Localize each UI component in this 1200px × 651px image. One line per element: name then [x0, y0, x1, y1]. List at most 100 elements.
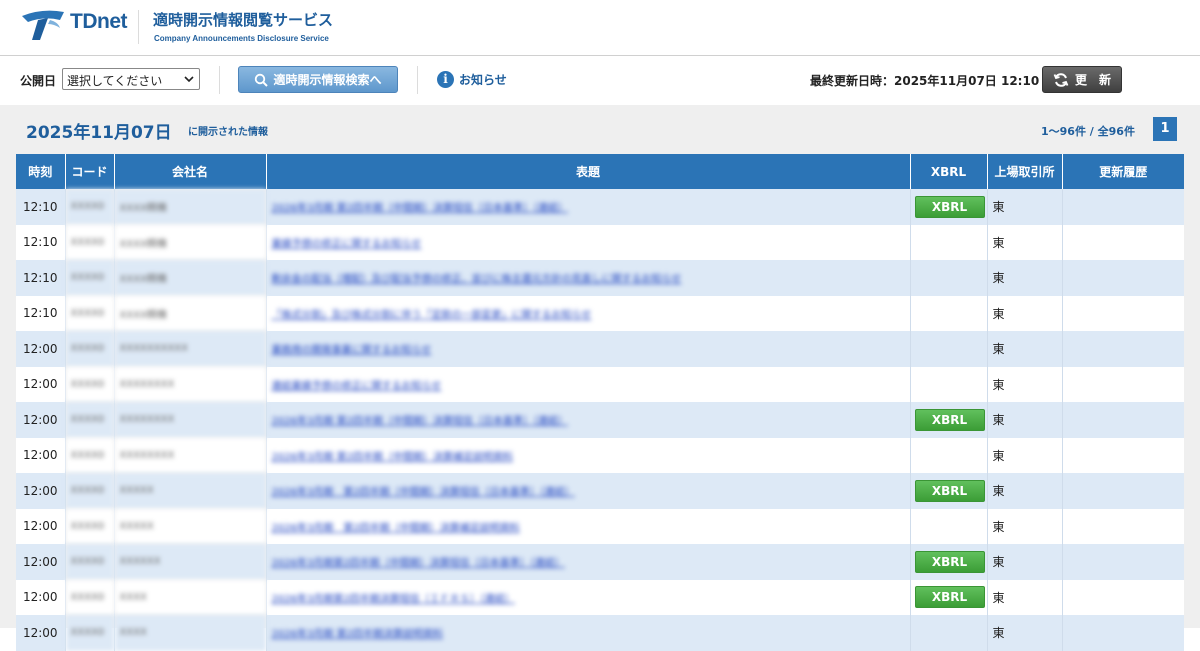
cell-history: [1062, 508, 1184, 544]
disclosure-title-link[interactable]: 2026年3月期 第2四半期（中間期）決算短信〔日本基準〕（連結）: [272, 487, 575, 498]
cell-xbrl: XBRL: [910, 579, 988, 615]
cell-title: 2026年3月期 第2四半期（中間期）決算補足説明資料: [266, 508, 911, 544]
disclosure-title-link[interactable]: 剰余金の配当（増配）及び配当予想の修正、並びに株主還元方針の見直しに関するお知ら…: [272, 274, 682, 285]
publication-date-select[interactable]: 選択してください: [62, 68, 200, 90]
xbrl-button[interactable]: XBRL: [914, 479, 985, 502]
table-row: 12:00 XXXX0 XXXX 2026年3月期 第2四半期決算説明資料 東: [16, 615, 1184, 651]
header-divider: [138, 10, 139, 44]
cell-code: XXXX0: [65, 508, 115, 544]
cell-exchange: 東: [987, 579, 1063, 615]
cell-exchange: 東: [987, 260, 1063, 296]
search-button-label: 適時開示情報検索へ: [273, 73, 382, 87]
cell-history: [1062, 579, 1184, 615]
cell-code: XXXX0: [65, 295, 115, 331]
site-header: TDnet 適時開示情報閲覧サービス Company Announcements…: [0, 0, 1200, 56]
cell-time: 12:00: [16, 615, 66, 651]
page-button-1[interactable]: 1: [1153, 117, 1177, 141]
notice-label: お知らせ: [459, 73, 507, 87]
cell-history: [1062, 473, 1184, 509]
cell-exchange: 東: [987, 224, 1063, 260]
disclosure-title-link[interactable]: 業務用の開発事業に関するお知らせ: [272, 345, 432, 356]
xbrl-button[interactable]: XBRL: [914, 195, 985, 218]
cell-exchange: 東: [987, 473, 1063, 509]
table-row: 12:00 XXXX0 XXXXXXXX 2026年3月期 第2四半期（中間期）決算短…: [16, 402, 1184, 438]
tdnet-logo-icon[interactable]: [20, 8, 66, 42]
cell-history: [1062, 615, 1184, 651]
disclosure-title-link[interactable]: 業績予想の修正に関するお知らせ: [272, 239, 422, 250]
cell-exchange: 東: [987, 402, 1063, 438]
cell-company: XXXXXXXX: [114, 402, 267, 438]
cell-time: 12:10: [16, 224, 66, 260]
cell-exchange: 東: [987, 366, 1063, 402]
cell-title: 2026年3月期 第2四半期決算説明資料: [266, 615, 911, 651]
xbrl-button[interactable]: XBRL: [914, 408, 985, 431]
cell-company: XXXX: [114, 579, 267, 615]
cell-time: 12:10: [16, 189, 66, 225]
cell-company: XXXX精機: [114, 224, 267, 260]
cell-time: 12:00: [16, 437, 66, 473]
disclosure-title-link[interactable]: 2026年3月期 第2四半期（中間期）決算短信〔日本基準〕（連結）: [272, 203, 568, 214]
table-row: 12:10 XXXX0 XXXX精機 「株式分割」及び株式分割に伴う「定款の一部変更」…: [16, 295, 1184, 331]
publication-date-label: 公開日: [20, 74, 57, 88]
cell-code: XXXX0: [65, 579, 115, 615]
disclosure-title-link[interactable]: 2026年3月期第2四半期決算短信〔ＩＦＲＳ〕（連結）: [272, 594, 515, 605]
cell-code: XXXX0: [65, 473, 115, 509]
cell-time: 12:00: [16, 473, 66, 509]
result-count: 1～96件 / 全96件: [1041, 125, 1135, 138]
refresh-button[interactable]: 更 新: [1042, 66, 1122, 93]
cell-title: 2026年3月期 第2四半期（中間期）決算短信〔日本基準〕（連結）: [266, 402, 911, 438]
disclosure-title-link[interactable]: 2026年3月期 第2四半期決算説明資料: [272, 629, 443, 640]
table-row: 12:00 XXXX0 XXXXXXXX 連結業績予想の修正に関するお知らせ 東: [16, 366, 1184, 402]
cell-time: 12:10: [16, 260, 66, 296]
notice-link[interactable]: i お知らせ: [437, 71, 507, 88]
logo-text[interactable]: TDnet: [70, 10, 128, 34]
refresh-label: 更 新: [1074, 73, 1111, 87]
disclosure-title-link[interactable]: 2026年3月期 第2四半期（中間期）決算補足説明資料: [272, 523, 520, 534]
cell-title: 2026年3月期第2四半期決算短信〔ＩＦＲＳ〕（連結）: [266, 579, 911, 615]
cell-time: 12:00: [16, 579, 66, 615]
cell-exchange: 東: [987, 508, 1063, 544]
cell-history: [1062, 331, 1184, 367]
cell-code: XXXX0: [65, 224, 115, 260]
refresh-icon: [1053, 72, 1069, 87]
cell-title: 2026年3月期 第2四半期（中間期）決算短信〔日本基準〕（連結）: [266, 189, 911, 225]
cell-history: [1062, 260, 1184, 296]
cell-title: 2026年3月期 第2四半期（中間期）決算短信〔日本基準〕（連結）: [266, 473, 911, 509]
cell-history: [1062, 189, 1184, 225]
cell-xbrl: XBRL: [910, 402, 988, 438]
cell-history: [1062, 437, 1184, 473]
disclosure-title-link[interactable]: 2026年3月期 第2四半期（中間期）決算補足説明資料: [272, 452, 513, 463]
cell-history: [1062, 295, 1184, 331]
table-row: 12:10 XXXX0 XXXX精機 業績予想の修正に関するお知らせ 東: [16, 224, 1184, 260]
cell-history: [1062, 544, 1184, 580]
cell-title: 2026年3月期第2四半期（中間期）決算短信〔日本基準〕（連結）: [266, 544, 911, 580]
disclosure-title-link[interactable]: 連結業績予想の修正に関するお知らせ: [272, 381, 442, 392]
cell-time: 12:00: [16, 331, 66, 367]
table-header-row: 時刻 コード 会社名 表題 XBRL 上場取引所 更新履歴: [16, 154, 1184, 189]
cell-title: 業務用の開発事業に関するお知らせ: [266, 331, 911, 367]
cell-code: XXXX0: [65, 437, 115, 473]
main-content: 2025年11月07日 に開示された情報 1～96件 / 全96件 1 時刻 コ…: [0, 105, 1200, 651]
table-row: 12:00 XXXX0 XXXXXXXXXX 業務用の開発事業に関するお知らせ 東: [16, 331, 1184, 367]
cell-code: XXXX0: [65, 260, 115, 296]
cell-company: XXXX精機: [114, 260, 267, 296]
cell-time: 12:00: [16, 366, 66, 402]
date-suffix: に開示された情報: [188, 127, 268, 138]
cell-time: 12:00: [16, 402, 66, 438]
disclosure-title-link[interactable]: 2026年3月期 第2四半期（中間期）決算短信〔日本基準〕（連結）: [272, 416, 568, 427]
cell-exchange: 東: [987, 615, 1063, 651]
cell-history: [1062, 224, 1184, 260]
disclosure-title-link[interactable]: 2026年3月期第2四半期（中間期）決算短信〔日本基準〕（連結）: [272, 558, 565, 569]
disclosure-title-link[interactable]: 「株式分割」及び株式分割に伴う「定款の一部変更」に関するお知らせ: [272, 310, 592, 321]
table-row: 12:00 XXXX0 XXXXX 2026年3月期 第2四半期（中間期）決算短信〔日…: [16, 473, 1184, 509]
table-row: 12:00 XXXX0 XXXXXX 2026年3月期第2四半期（中間期）決算短信〔日…: [16, 544, 1184, 580]
header-title: 表題: [266, 154, 911, 189]
cell-xbrl: [910, 366, 988, 402]
cell-company: XXXX精機: [114, 189, 267, 225]
table-row: 12:10 XXXX0 XXXX精機 剰余金の配当（増配）及び配当予想の修正、並びに株…: [16, 260, 1184, 296]
disclosure-search-button[interactable]: 適時開示情報検索へ: [238, 66, 398, 93]
xbrl-button[interactable]: XBRL: [914, 550, 985, 573]
xbrl-button[interactable]: XBRL: [914, 586, 985, 609]
table-row: 12:00 XXXX0 XXXXX 2026年3月期 第2四半期（中間期）決算補足説明…: [16, 508, 1184, 544]
cell-company: XXXXXX: [114, 544, 267, 580]
